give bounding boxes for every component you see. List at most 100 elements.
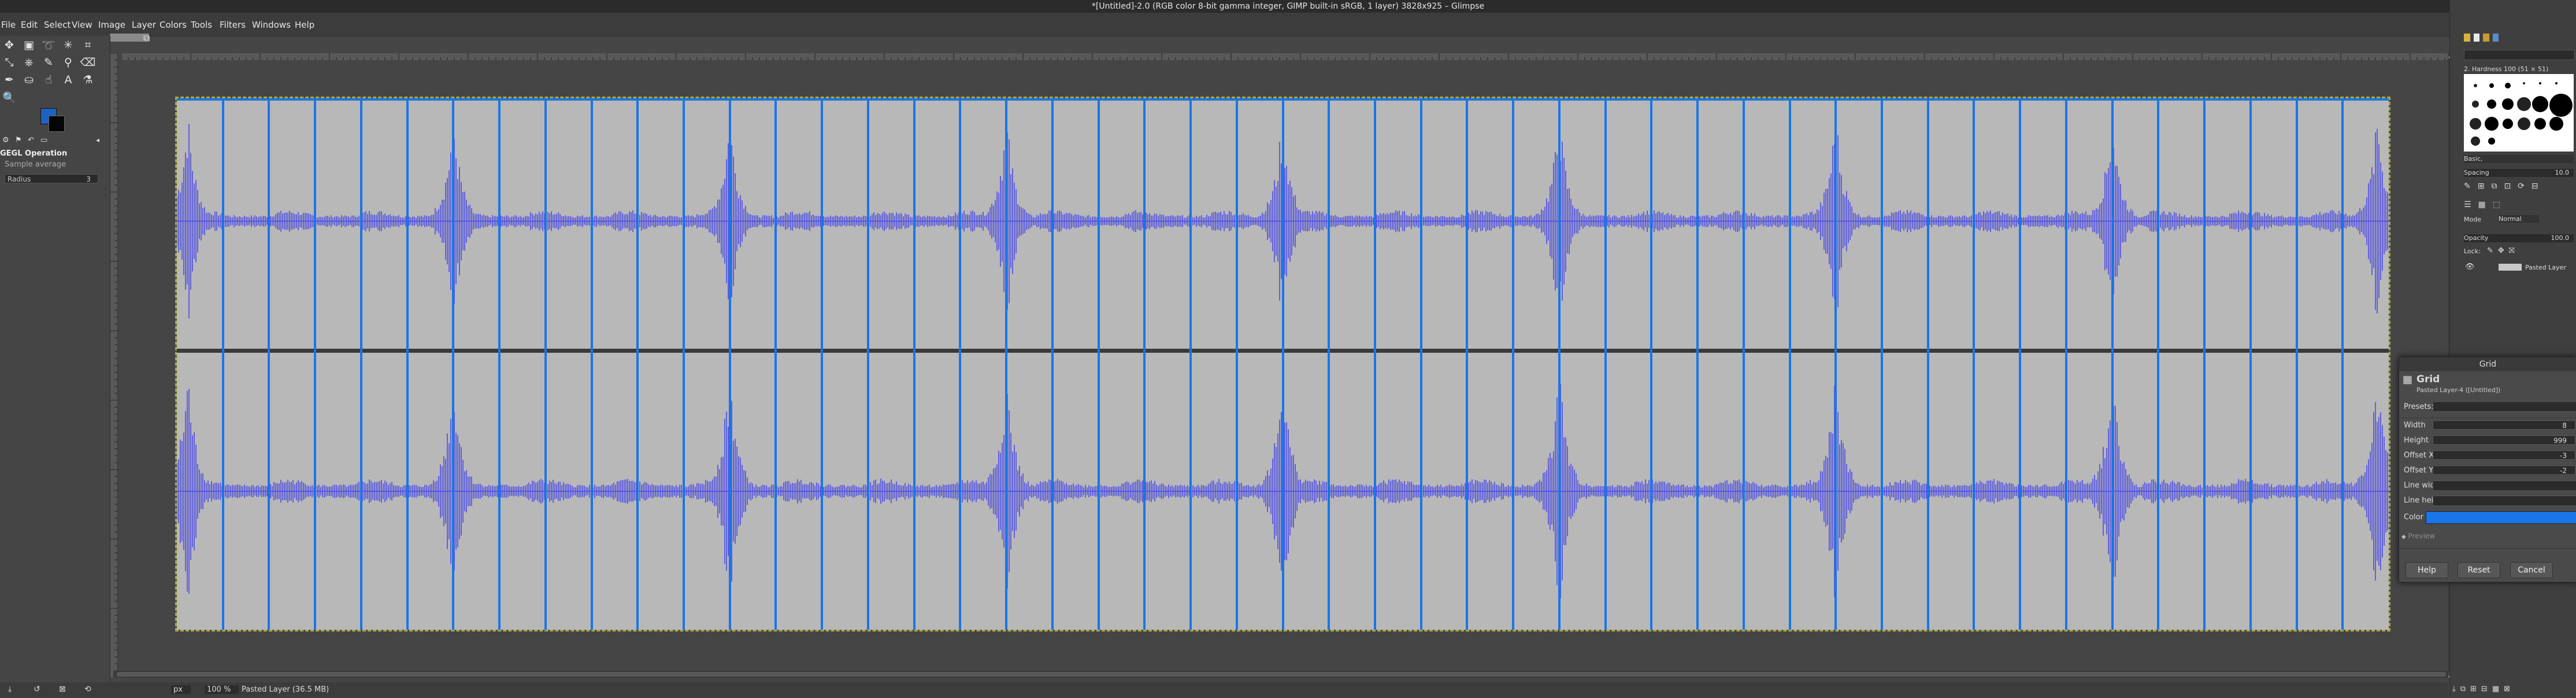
device-status-icon[interactable]: ⚑ bbox=[15, 136, 22, 145]
brush-thumbnail[interactable] bbox=[2539, 82, 2541, 84]
save-options-icon[interactable]: ⤓ bbox=[8, 685, 12, 694]
smudge-tool-icon[interactable]: ☝ bbox=[42, 73, 55, 87]
brush-thumbnail[interactable] bbox=[2534, 118, 2546, 130]
zoom-selector[interactable]: 100 % bbox=[205, 685, 239, 694]
offset-x-field[interactable]: -3 bbox=[2433, 450, 2575, 460]
menu-select[interactable]: Select bbox=[44, 20, 71, 30]
brush-thumbnail[interactable] bbox=[2470, 118, 2481, 130]
brush-thumbnail[interactable] bbox=[2555, 82, 2558, 84]
brush-thumbnail[interactable] bbox=[2518, 117, 2530, 130]
help-button[interactable]: Help bbox=[2405, 562, 2448, 578]
brush-grid[interactable] bbox=[2464, 74, 2574, 152]
brush-thumbnail[interactable] bbox=[2503, 119, 2513, 129]
color-picker-tool-icon[interactable]: ⚗ bbox=[81, 73, 95, 87]
zoom-tool-icon[interactable]: 🔍 bbox=[2, 90, 16, 104]
brush-thumbnail[interactable] bbox=[2488, 138, 2495, 145]
presets-select[interactable] bbox=[2433, 401, 2576, 412]
preview-checkbox[interactable]: ◆ Preview bbox=[2401, 532, 2575, 542]
menu-layer[interactable]: Layer bbox=[132, 20, 156, 30]
unit-selector[interactable]: px bbox=[171, 685, 191, 694]
clone-tool-icon[interactable]: ⚲ bbox=[61, 56, 75, 69]
brush-actions[interactable]: ✎⊞⧉⊡⟳⊟ bbox=[2464, 182, 2574, 191]
grid-dialog: Grid ▦ Grid Pasted Layer-4 ([Untitled]) … bbox=[2399, 357, 2576, 582]
menu-help[interactable]: Help bbox=[295, 20, 314, 30]
brush-thumbnail[interactable] bbox=[2489, 83, 2494, 88]
brush-preset-select[interactable]: Basic, bbox=[2464, 155, 2574, 163]
height-field[interactable]: 999 bbox=[2433, 435, 2575, 445]
layer-row[interactable]: 👁 Pasted Layer bbox=[2464, 261, 2574, 274]
text-tool-icon[interactable]: A bbox=[61, 73, 75, 87]
menu-file[interactable]: File bbox=[1, 20, 16, 30]
vertical-ruler[interactable] bbox=[110, 53, 118, 678]
reset-button[interactable]: Reset bbox=[2458, 562, 2500, 578]
fuzzy-select-tool-icon[interactable]: ✳ bbox=[61, 38, 75, 52]
horizontal-scrollbar[interactable] bbox=[113, 671, 2448, 678]
brush-thumbnail[interactable] bbox=[2549, 117, 2563, 131]
brush-spacing-field[interactable]: Spacing 10.0 bbox=[2464, 169, 2574, 177]
opacity-label: Opacity bbox=[2464, 234, 2489, 242]
paths-tool-icon[interactable]: ✒ bbox=[2, 73, 16, 87]
cancel-button[interactable]: Cancel bbox=[2510, 562, 2553, 578]
transform-tool-icon[interactable]: ⤡ bbox=[2, 56, 16, 69]
layer-mode-label: Mode bbox=[2464, 216, 2481, 223]
menu-filters[interactable]: Filters bbox=[220, 20, 246, 30]
menu-colors[interactable]: Colors bbox=[160, 20, 187, 30]
brush-filter-field[interactable] bbox=[2464, 50, 2575, 60]
quick-mask-icon[interactable]: ⧉ bbox=[143, 32, 150, 44]
brush-thumbnail[interactable] bbox=[2487, 99, 2496, 109]
offset-y-field[interactable]: -2 bbox=[2433, 466, 2575, 475]
layer-opacity-field[interactable]: Opacity 100.0 bbox=[2464, 234, 2574, 242]
brush-thumbnail[interactable] bbox=[2471, 136, 2480, 146]
width-field[interactable]: 8 bbox=[2433, 420, 2575, 430]
brush-thumbnail[interactable] bbox=[2532, 96, 2548, 112]
brushes-tab-icon[interactable] bbox=[2464, 34, 2470, 42]
visibility-eye-icon[interactable]: 👁 bbox=[2465, 263, 2475, 271]
brush-thumbnail[interactable] bbox=[2485, 117, 2499, 131]
rect-select-tool-icon[interactable]: ▣ bbox=[22, 38, 36, 52]
layers-tabs[interactable]: ☰▦⬚ bbox=[2464, 200, 2574, 209]
line-width-field[interactable] bbox=[2433, 481, 2576, 491]
divider bbox=[2399, 548, 2576, 549]
reset-options-icon[interactable]: ⟲ bbox=[84, 685, 91, 694]
brush-thumbnail[interactable] bbox=[2517, 97, 2531, 111]
menu-view[interactable]: View bbox=[72, 20, 92, 30]
toolbox-footer: ⤓ ↺ ⊠ ⟲ bbox=[0, 682, 110, 697]
background-color-swatch[interactable] bbox=[49, 116, 65, 132]
restore-options-icon[interactable]: ↺ bbox=[34, 685, 40, 694]
line-height-field[interactable] bbox=[2433, 496, 2576, 506]
tool-options-icon[interactable]: ⚙ bbox=[2, 136, 9, 145]
eraser-tool-icon[interactable]: ⌫ bbox=[80, 56, 96, 69]
radius-field[interactable]: Radius 3 bbox=[5, 174, 98, 183]
brush-thumbnail[interactable] bbox=[2474, 84, 2477, 87]
lasso-tool-icon[interactable]: ➰ bbox=[42, 38, 55, 52]
layer-lock-icons[interactable]: ✎✥⛝ bbox=[2487, 246, 2519, 255]
sample-average-checkbox[interactable]: Sample average bbox=[5, 160, 66, 169]
dock-tabs bbox=[2464, 34, 2499, 42]
brush-thumbnail[interactable] bbox=[2502, 98, 2514, 110]
fonts-tab-icon[interactable] bbox=[2483, 34, 2489, 42]
layer-mode-select[interactable]: Normal bbox=[2499, 215, 2539, 223]
scrollbar-thumb[interactable] bbox=[117, 672, 2446, 677]
images-icon[interactable]: ▭ bbox=[40, 136, 47, 145]
brush-thumbnails[interactable] bbox=[2464, 74, 2574, 152]
move-tool-icon[interactable]: ✥ bbox=[2, 38, 16, 52]
gradients-tab-icon[interactable] bbox=[2492, 34, 2499, 42]
warp-tool-icon[interactable]: ⎈ bbox=[22, 56, 36, 69]
menu-image[interactable]: Image bbox=[98, 20, 125, 30]
paintbrush-tool-icon[interactable]: ✎ bbox=[42, 56, 55, 69]
delete-options-icon[interactable]: ⊠ bbox=[59, 685, 66, 694]
brush-thumbnail[interactable] bbox=[2505, 83, 2511, 88]
brush-thumbnail[interactable] bbox=[2472, 101, 2479, 108]
tab-menu-icon[interactable]: ◂ bbox=[96, 136, 99, 144]
brush-thumbnail[interactable] bbox=[2523, 82, 2525, 84]
bucket-fill-tool-icon[interactable]: ⛀ bbox=[22, 73, 36, 87]
grid-color-button[interactable] bbox=[2426, 511, 2576, 524]
brush-thumbnail[interactable] bbox=[2549, 94, 2573, 117]
menu-edit[interactable]: Edit bbox=[21, 20, 38, 30]
patterns-tab-icon[interactable] bbox=[2473, 34, 2479, 42]
layers-footer-actions[interactable]: ⤓⧉⊞⊟▦⊠ bbox=[2452, 685, 2515, 693]
menu-windows[interactable]: Windows bbox=[252, 20, 291, 30]
undo-history-icon[interactable]: ↶ bbox=[28, 136, 34, 145]
crop-tool-icon[interactable]: ⌗ bbox=[81, 38, 95, 52]
menu-tools[interactable]: Tools bbox=[191, 20, 212, 30]
